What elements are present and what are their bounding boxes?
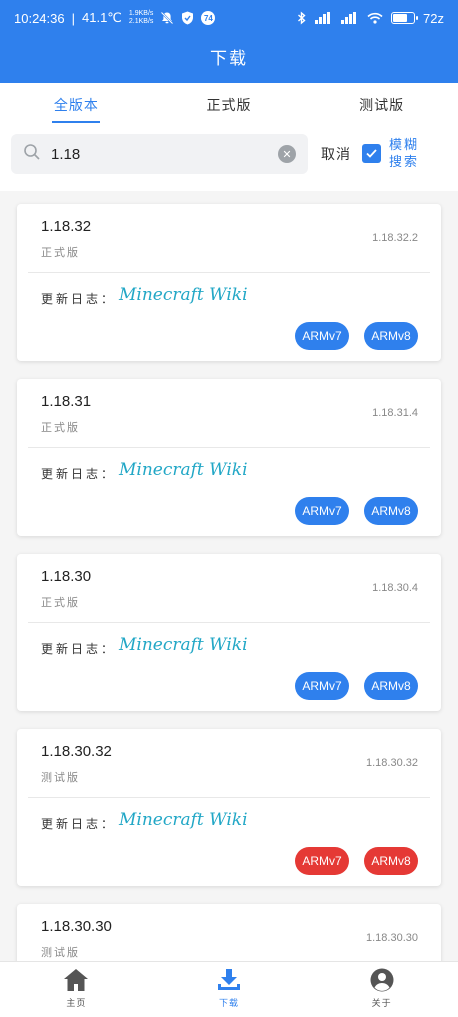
signal-icon: [315, 12, 333, 24]
tab-beta[interactable]: 测试版: [305, 83, 458, 125]
search-icon: [23, 143, 41, 166]
build-number: 1.18.31.4: [372, 407, 418, 419]
changelog-label: 更新日志：: [41, 817, 117, 831]
version-name: 1.18.30.30: [41, 918, 112, 935]
divider: [28, 622, 430, 623]
changelog-link[interactable]: Minecraft Wiki: [119, 285, 248, 305]
bluetooth-icon: [297, 11, 307, 25]
version-tabs: 全版本 正式版 测试版: [0, 83, 458, 125]
shield-icon: [181, 11, 194, 25]
version-type: 测试版: [41, 772, 80, 784]
fuzzy-search-label[interactable]: 模糊搜索: [389, 136, 429, 170]
changelog-link[interactable]: Minecraft Wiki: [119, 460, 248, 480]
nav-about[interactable]: 关于: [305, 962, 458, 1017]
status-bar: 10:24:36 | 41.1℃ 1.9KB/s 2.1KB/s 74 72z: [0, 0, 458, 36]
version-type: 正式版: [41, 422, 80, 434]
version-list[interactable]: 1.18.32 正式版 1.18.32.2 更新日志： Minecraft Wi…: [0, 191, 458, 961]
version-type: 正式版: [41, 597, 80, 609]
status-temp: 41.1℃: [82, 10, 122, 25]
download-armv8-button[interactable]: ARMv8: [364, 322, 418, 350]
version-card: 1.18.30.32 测试版 1.18.30.32 更新日志： Minecraf…: [17, 729, 441, 886]
changelog-link[interactable]: Minecraft Wiki: [119, 810, 248, 830]
build-number: 1.18.30.30: [366, 932, 418, 944]
version-name: 1.18.31: [41, 393, 92, 410]
tab-all-versions[interactable]: 全版本: [0, 83, 153, 125]
home-icon: [64, 969, 89, 991]
nav-home-label: 主页: [66, 998, 87, 1008]
nav-about-label: 关于: [371, 998, 392, 1008]
cancel-button[interactable]: 取消: [321, 144, 351, 164]
version-card: 1.18.30.30 测试版 1.18.30.30: [17, 904, 441, 961]
download-armv7-button[interactable]: ARMv7: [295, 672, 349, 700]
network-speed: 1.9KB/s 2.1KB/s: [129, 10, 154, 26]
fuzzy-search-checkbox[interactable]: [362, 144, 381, 163]
divider: [28, 797, 430, 798]
download-armv7-button[interactable]: ARMv7: [295, 322, 349, 350]
version-card: 1.18.31 正式版 1.18.31.4 更新日志： Minecraft Wi…: [17, 379, 441, 536]
version-name: 1.18.32: [41, 218, 92, 235]
net-down: 2.1KB/s: [128, 18, 154, 25]
app-header: 10:24:36 | 41.1℃ 1.9KB/s 2.1KB/s 74 72z …: [0, 0, 458, 83]
divider: [28, 447, 430, 448]
bottom-navigation: 主页 下载 关于: [0, 961, 458, 1017]
download-icon: [218, 969, 240, 990]
build-number: 1.18.30.4: [372, 582, 418, 594]
version-card: 1.18.32 正式版 1.18.32.2 更新日志： Minecraft Wi…: [17, 204, 441, 361]
download-armv7-button[interactable]: ARMv7: [295, 847, 349, 875]
status-time: 10:24:36: [14, 10, 65, 26]
nav-download[interactable]: 下载: [153, 962, 306, 1017]
changelog-link[interactable]: Minecraft Wiki: [119, 635, 248, 655]
clear-icon[interactable]: ✕: [278, 145, 296, 163]
battery-icon: [391, 12, 419, 24]
build-number: 1.18.32.2: [372, 232, 418, 244]
version-name: 1.18.30.32: [41, 743, 112, 760]
build-number: 1.18.30.32: [366, 757, 418, 769]
version-type: 测试版: [41, 947, 80, 959]
changelog-label: 更新日志：: [41, 642, 117, 656]
divider: [28, 272, 430, 273]
version-name: 1.18.30: [41, 568, 92, 585]
bell-off-icon: [160, 11, 174, 25]
notification-badge: 74: [201, 11, 216, 25]
page-title: 下载: [210, 49, 248, 68]
net-up: 1.9KB/s: [128, 10, 154, 17]
download-armv8-button[interactable]: ARMv8: [364, 672, 418, 700]
battery-text: 72z: [423, 10, 444, 26]
nav-home[interactable]: 主页: [0, 962, 153, 1017]
search-box[interactable]: ✕: [11, 134, 308, 174]
changelog-label: 更新日志：: [41, 292, 117, 306]
download-armv8-button[interactable]: ARMv8: [364, 497, 418, 525]
tab-release[interactable]: 正式版: [153, 83, 306, 125]
download-armv8-button[interactable]: ARMv8: [364, 847, 418, 875]
version-type: 正式版: [41, 247, 80, 259]
wifi-icon: [367, 12, 383, 24]
battery-level: [393, 14, 407, 22]
search-row: ✕ 取消 模糊搜索: [0, 125, 458, 191]
changelog-label: 更新日志：: [41, 467, 117, 481]
nav-download-label: 下载: [219, 998, 240, 1008]
download-armv7-button[interactable]: ARMv7: [295, 497, 349, 525]
user-icon: [370, 968, 394, 992]
search-input[interactable]: [51, 145, 261, 163]
status-separator: |: [71, 10, 75, 26]
signal-icon: [341, 12, 359, 24]
version-card: 1.18.30 正式版 1.18.30.4 更新日志： Minecraft Wi…: [17, 554, 441, 711]
